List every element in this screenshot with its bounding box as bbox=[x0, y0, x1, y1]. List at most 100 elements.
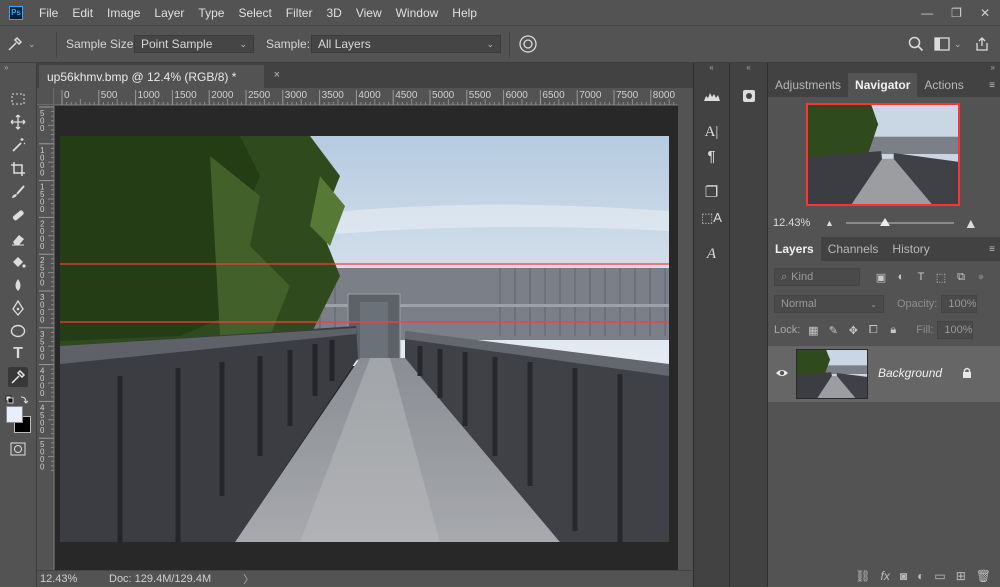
share-button[interactable] bbox=[974, 34, 990, 54]
ruler-label: 2500 bbox=[40, 256, 45, 288]
collapse-panels-icon[interactable]: » bbox=[768, 63, 1000, 73]
lock-transparency-icon[interactable]: ▦ bbox=[806, 323, 820, 337]
restore-button[interactable]: ❐ bbox=[951, 6, 962, 20]
menu-image[interactable]: Image bbox=[100, 6, 147, 20]
panel-menu-icon[interactable]: ≡ bbox=[989, 80, 995, 91]
menu-help[interactable]: Help bbox=[445, 6, 484, 20]
filter-smart-object-icon[interactable]: ⧉ bbox=[954, 270, 968, 284]
magic-wand-tool[interactable] bbox=[8, 135, 28, 155]
character-styles-icon[interactable]: ❐ bbox=[694, 181, 729, 203]
menu-window[interactable]: Window bbox=[389, 6, 446, 20]
horizontal-ruler[interactable]: 0 500 1000 1500 2000 2500 3000 3500 4000 4500 5000… bbox=[54, 88, 678, 105]
menu-type[interactable]: Type bbox=[191, 6, 231, 20]
lock-all-icon[interactable]: 🔒︎ bbox=[886, 323, 900, 337]
libraries-icon[interactable] bbox=[730, 85, 767, 107]
menu-layer[interactable]: Layer bbox=[147, 6, 191, 20]
brush-tool[interactable] bbox=[8, 182, 28, 202]
opacity-field[interactable]: 100% bbox=[941, 295, 978, 313]
adjustment-layer-icon[interactable]: ◐ bbox=[917, 569, 924, 583]
layer-row-background[interactable]: Background bbox=[768, 346, 1000, 402]
menu-edit[interactable]: Edit bbox=[65, 6, 100, 20]
expand-icon[interactable]: « bbox=[730, 63, 767, 73]
menu-file[interactable]: File bbox=[32, 6, 65, 20]
tab-adjustments[interactable]: Adjustments bbox=[768, 73, 848, 97]
zoom-in-icon[interactable]: ▲ bbox=[964, 215, 978, 231]
trash-icon[interactable]: 🗑︎ bbox=[976, 569, 991, 583]
ruler-label: 2000 bbox=[40, 219, 45, 251]
histogram-icon[interactable] bbox=[694, 85, 729, 107]
tab-layers[interactable]: Layers bbox=[768, 237, 821, 261]
filter-type-icon[interactable]: T bbox=[914, 270, 928, 284]
document-tab[interactable]: up56khmv.bmp @ 12.4% (RGB/8) * × bbox=[39, 65, 280, 88]
blur-tool[interactable] bbox=[8, 275, 28, 295]
link-layers-icon[interactable]: ⛓ bbox=[855, 569, 870, 583]
tool-preset-picker[interactable]: ⌄ bbox=[6, 34, 36, 54]
search-button[interactable] bbox=[908, 34, 924, 54]
menu-select[interactable]: Select bbox=[231, 6, 278, 20]
sample-size-select[interactable]: Point Sample ⌄ bbox=[134, 35, 254, 53]
move-tool[interactable] bbox=[8, 112, 28, 132]
menu-view[interactable]: View bbox=[349, 6, 389, 20]
eraser-tool[interactable] bbox=[8, 229, 28, 249]
expand-icon[interactable]: « bbox=[694, 63, 729, 73]
default-colors-toggle[interactable] bbox=[5, 394, 31, 404]
canvas-area[interactable] bbox=[55, 106, 678, 570]
workspace-button[interactable]: ⌄ bbox=[934, 34, 962, 54]
ruler-label: 7500 bbox=[616, 90, 639, 101]
menu-filter[interactable]: Filter bbox=[279, 6, 320, 20]
healing-tool[interactable] bbox=[8, 205, 28, 225]
lock-artboard-icon[interactable]: ⧠ bbox=[866, 323, 880, 337]
status-arrow-icon[interactable]: 〉 bbox=[243, 571, 254, 587]
navigator-thumbnail[interactable] bbox=[806, 103, 960, 206]
ruler-origin[interactable] bbox=[37, 88, 54, 105]
paint-bucket-tool[interactable] bbox=[8, 252, 28, 272]
pen-tool[interactable] bbox=[8, 298, 28, 318]
add-mask-icon[interactable]: ◙ bbox=[900, 569, 907, 583]
visibility-eye-icon[interactable] bbox=[775, 367, 789, 379]
close-tab-icon[interactable]: × bbox=[274, 69, 280, 81]
close-button[interactable]: ✕ bbox=[980, 6, 990, 20]
blend-mode-select[interactable]: Normal ⌄ bbox=[774, 295, 884, 313]
document-image[interactable] bbox=[60, 136, 669, 542]
paragraph-panel-icon[interactable]: ¶ bbox=[694, 145, 729, 167]
layer-thumbnail[interactable] bbox=[796, 349, 868, 399]
glyphs-panel-icon[interactable]: A bbox=[694, 243, 729, 265]
paragraph-styles-icon[interactable]: ⬚A bbox=[694, 207, 729, 229]
tab-navigator[interactable]: Navigator bbox=[848, 73, 918, 97]
layer-kind-filter[interactable]: ⌕ Kind bbox=[774, 268, 860, 286]
navigator-zoom-slider[interactable] bbox=[845, 218, 954, 226]
foreground-color-swatch[interactable] bbox=[6, 406, 23, 423]
canvas-vertical-scrollbar[interactable] bbox=[678, 88, 693, 570]
minimize-button[interactable]: — bbox=[921, 6, 933, 20]
sample-select[interactable]: All Layers ⌄ bbox=[311, 35, 501, 53]
eyedropper-tool[interactable] bbox=[8, 367, 28, 387]
panel-menu-icon[interactable]: ≡ bbox=[989, 244, 995, 255]
navigator-zoom-value[interactable]: 12.43% bbox=[773, 217, 825, 229]
zoom-out-icon[interactable]: ▲ bbox=[825, 218, 834, 228]
tab-channels[interactable]: Channels bbox=[821, 237, 886, 261]
layer-style-icon[interactable]: fx bbox=[881, 569, 890, 583]
filter-shape-icon[interactable]: ⬚ bbox=[934, 270, 948, 284]
new-layer-icon[interactable]: ⊞ bbox=[956, 569, 966, 583]
fill-field[interactable]: 100% bbox=[937, 321, 974, 339]
character-panel-icon[interactable]: A| bbox=[694, 121, 729, 143]
filter-toggle-icon[interactable]: ● bbox=[974, 270, 988, 284]
filter-adjustment-icon[interactable]: ◐ bbox=[894, 270, 908, 284]
type-tool[interactable]: T bbox=[8, 344, 28, 364]
lock-position-icon[interactable]: ✥ bbox=[846, 323, 860, 337]
ellipse-tool[interactable] bbox=[8, 321, 28, 341]
vertical-ruler[interactable]: 500 1000 1500 2000 2500 3000 3500 4000 4500 5000 bbox=[37, 105, 54, 570]
tab-history[interactable]: History bbox=[885, 237, 936, 261]
zoom-level[interactable]: 12.43% bbox=[37, 573, 89, 585]
marquee-tool[interactable] bbox=[8, 89, 28, 109]
sampling-ring-toggle[interactable] bbox=[518, 34, 538, 54]
menu-3d[interactable]: 3D bbox=[319, 6, 348, 20]
filter-pixel-icon[interactable]: ▣ bbox=[874, 270, 888, 284]
collapse-icon[interactable]: » bbox=[4, 63, 8, 72]
tab-actions[interactable]: Actions bbox=[917, 73, 970, 97]
layer-name[interactable]: Background bbox=[878, 366, 942, 380]
new-group-icon[interactable]: ▭ bbox=[934, 569, 945, 583]
crop-tool[interactable] bbox=[8, 159, 28, 179]
lock-image-icon[interactable]: ✎ bbox=[826, 323, 840, 337]
zoom-slider-thumb[interactable] bbox=[879, 218, 890, 226]
